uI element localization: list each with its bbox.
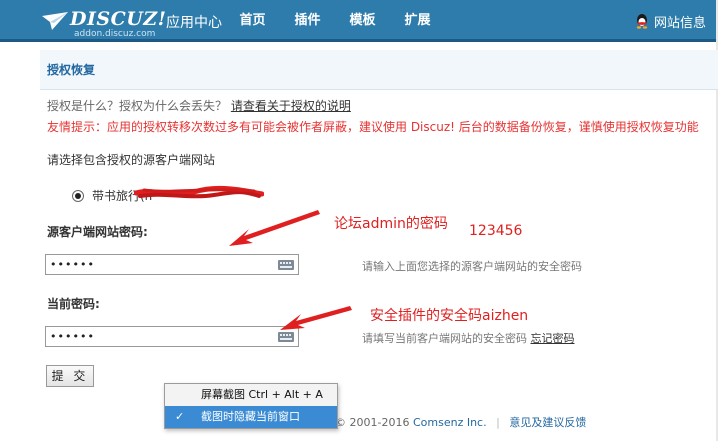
check-icon: ✓ bbox=[175, 410, 185, 423]
screenshot-context-menu: 屏幕截图 Ctrl + Alt + A ✓ 截图时隐藏当前窗口 bbox=[164, 383, 338, 429]
menu-item-screenshot[interactable]: 屏幕截图 Ctrl + Alt + A bbox=[165, 384, 337, 406]
arrow-to-current-password bbox=[280, 306, 352, 330]
menu-item-hide-window[interactable]: ✓ 截图时隐藏当前窗口 bbox=[165, 406, 337, 428]
arrow-to-source-password bbox=[229, 210, 320, 246]
menu-item-screenshot-label: 屏幕截图 Ctrl + Alt + A bbox=[201, 388, 323, 401]
annotation-admin-password: 论坛admin的密码 bbox=[334, 216, 448, 232]
annotation-password-value: 123456 bbox=[469, 223, 523, 239]
menu-item-hide-window-label: 截图时隐藏当前窗口 bbox=[201, 410, 300, 423]
annotation-security-code: 安全插件的安全码aizhen bbox=[370, 308, 529, 324]
